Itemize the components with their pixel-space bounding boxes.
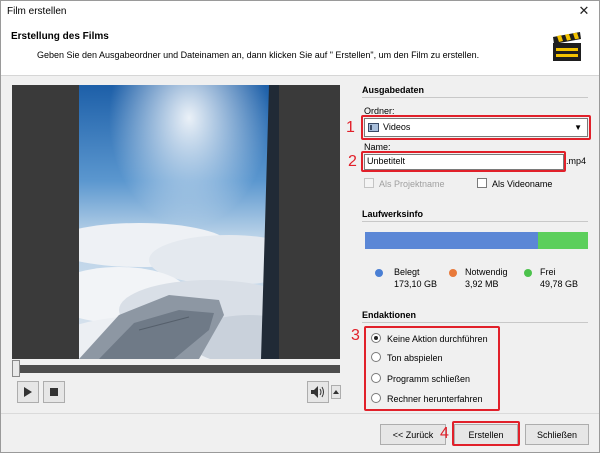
title-bar: Film erstellen ✕	[1, 1, 599, 23]
legend-required-value: 3,92 MB	[465, 279, 499, 289]
section-title-end-actions: Endaktionen	[362, 310, 417, 320]
footer-divider	[1, 413, 599, 414]
speaker-icon	[311, 386, 324, 398]
filename-input[interactable]: Unbetitelt	[364, 154, 564, 170]
section-title-output: Ausgabedaten	[362, 85, 425, 95]
video-folder-icon	[368, 123, 379, 132]
radio-no-action[interactable]	[371, 333, 381, 343]
section-divider	[362, 97, 588, 98]
as-video-name-checkbox[interactable]	[477, 178, 487, 188]
play-icon	[24, 387, 32, 397]
name-label: Name:	[364, 142, 391, 152]
section-divider	[362, 221, 588, 222]
radio-shutdown[interactable]	[371, 393, 381, 403]
legend-dot-used	[375, 269, 383, 277]
annotation-number-3: 3	[351, 327, 360, 344]
window-title: Film erstellen	[7, 6, 67, 17]
as-project-name-checkbox[interactable]	[364, 178, 374, 188]
seek-thumb[interactable]	[12, 360, 20, 377]
section-divider	[362, 322, 588, 323]
legend-free-label: Frei	[540, 267, 556, 277]
as-project-name-label: Als Projektname	[379, 179, 445, 189]
disk-usage-bar	[365, 232, 588, 249]
radio-no-action-label: Keine Aktion durchführen	[387, 334, 488, 344]
legend-dot-required	[449, 269, 457, 277]
radio-shutdown-label: Rechner herunterfahren	[387, 394, 483, 404]
play-button[interactable]	[17, 381, 39, 403]
create-button[interactable]: Erstellen	[454, 424, 518, 445]
annotation-number-2: 2	[348, 153, 357, 170]
disk-free-segment	[537, 232, 588, 249]
clapperboard-icon	[553, 32, 581, 61]
volume-button[interactable]	[307, 381, 329, 403]
header-description: Geben Sie den Ausgabeordner und Dateinam…	[37, 50, 480, 60]
back-button[interactable]: << Zurück	[380, 424, 446, 445]
dialog-header: Erstellung des Films Geben Sie den Ausga…	[1, 23, 599, 76]
chevron-down-icon: ▼	[574, 123, 582, 132]
close-icon[interactable]: ✕	[577, 4, 591, 18]
annotation-number-1: 1	[346, 119, 355, 136]
folder-label: Ordner:	[364, 106, 395, 116]
film-erstellen-dialog: Film erstellen ✕ Erstellung des Films Ge…	[0, 0, 600, 453]
folder-value: Videos	[383, 122, 411, 132]
stop-button[interactable]	[43, 381, 65, 403]
stop-icon	[50, 388, 58, 396]
chevron-up-icon	[333, 390, 339, 394]
disk-used-segment	[365, 232, 538, 249]
radio-play-sound-label: Ton abspielen	[387, 353, 443, 363]
legend-used-value: 173,10 GB	[394, 279, 438, 289]
radio-close-program-label: Programm schließen	[387, 374, 471, 384]
annotation-number-4: 4	[440, 425, 449, 442]
legend-dot-free	[524, 269, 532, 277]
header-title: Erstellung des Films	[11, 31, 109, 42]
video-preview	[12, 85, 340, 359]
close-button[interactable]: Schließen	[525, 424, 589, 445]
legend-required-label: Notwendig	[465, 267, 508, 277]
legend-used-label: Belegt	[394, 267, 420, 277]
seek-bar[interactable]	[12, 360, 340, 377]
file-extension: .mp4	[566, 156, 587, 166]
as-video-name-label: Als Videoname	[492, 179, 553, 189]
preview-image	[79, 85, 279, 359]
section-title-drive: Laufwerksinfo	[362, 209, 424, 219]
radio-close-program[interactable]	[371, 373, 381, 383]
radio-play-sound[interactable]	[371, 352, 381, 362]
volume-arrow-button[interactable]	[331, 385, 341, 399]
legend-free-value: 49,78 GB	[540, 279, 579, 289]
folder-select[interactable]: Videos ▼	[364, 118, 588, 137]
